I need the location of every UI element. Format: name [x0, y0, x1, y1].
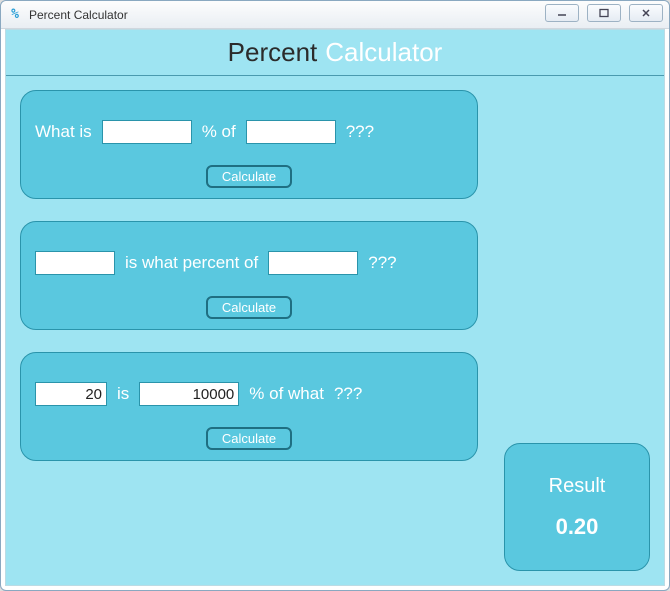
label-pct-of: % of: [202, 122, 236, 142]
input-b-2[interactable]: [268, 251, 358, 275]
percent-icon: %: [7, 7, 23, 23]
close-button[interactable]: [629, 4, 663, 22]
calculate-button-2[interactable]: Calculate: [206, 296, 292, 319]
label-is-what-pct: is what percent of: [125, 253, 258, 273]
app-header: Percent Calculator: [6, 30, 664, 76]
calculate-button-1[interactable]: Calculate: [206, 165, 292, 188]
row-percent-of-what: is % of what ???: [35, 367, 463, 421]
label-qmarks-3: ???: [334, 384, 362, 404]
label-qmarks-2: ???: [368, 253, 396, 273]
label-qmarks-1: ???: [346, 122, 374, 142]
app-window: % Percent Calculator Percent Calculator: [0, 0, 670, 591]
titlebar: % Percent Calculator: [1, 1, 669, 29]
input-a-2[interactable]: [35, 251, 115, 275]
cards-column: What is % of ??? Calculate is what perce…: [20, 90, 478, 461]
row-what-percent: is what percent of ???: [35, 236, 463, 290]
card-what-percent: is what percent of ??? Calculate: [20, 221, 478, 330]
row-percent-of: What is % of ???: [35, 105, 463, 159]
window-title: Percent Calculator: [29, 8, 128, 22]
input-of-value[interactable]: [246, 120, 336, 144]
client-area: Percent Calculator What is % of ??? Calc…: [5, 29, 665, 586]
result-label: Result: [549, 475, 606, 498]
label-pct-of-what: % of what: [249, 384, 324, 404]
result-value: 0.20: [556, 514, 599, 540]
input-b-3[interactable]: [139, 382, 239, 406]
card-percent-of: What is % of ??? Calculate: [20, 90, 478, 199]
header-word2: Calculator: [325, 37, 442, 68]
minimize-button[interactable]: [545, 4, 579, 22]
label-what-is: What is: [35, 122, 92, 142]
input-percent-value[interactable]: [102, 120, 192, 144]
content-area: What is % of ??? Calculate is what perce…: [6, 76, 664, 585]
input-a-3[interactable]: [35, 382, 107, 406]
window-controls: [545, 4, 663, 22]
result-card: Result 0.20: [504, 443, 650, 571]
header-word1: Percent: [228, 37, 318, 68]
card-percent-of-what: is % of what ??? Calculate: [20, 352, 478, 461]
label-is: is: [117, 384, 129, 404]
maximize-button[interactable]: [587, 4, 621, 22]
calculate-button-3[interactable]: Calculate: [206, 427, 292, 450]
